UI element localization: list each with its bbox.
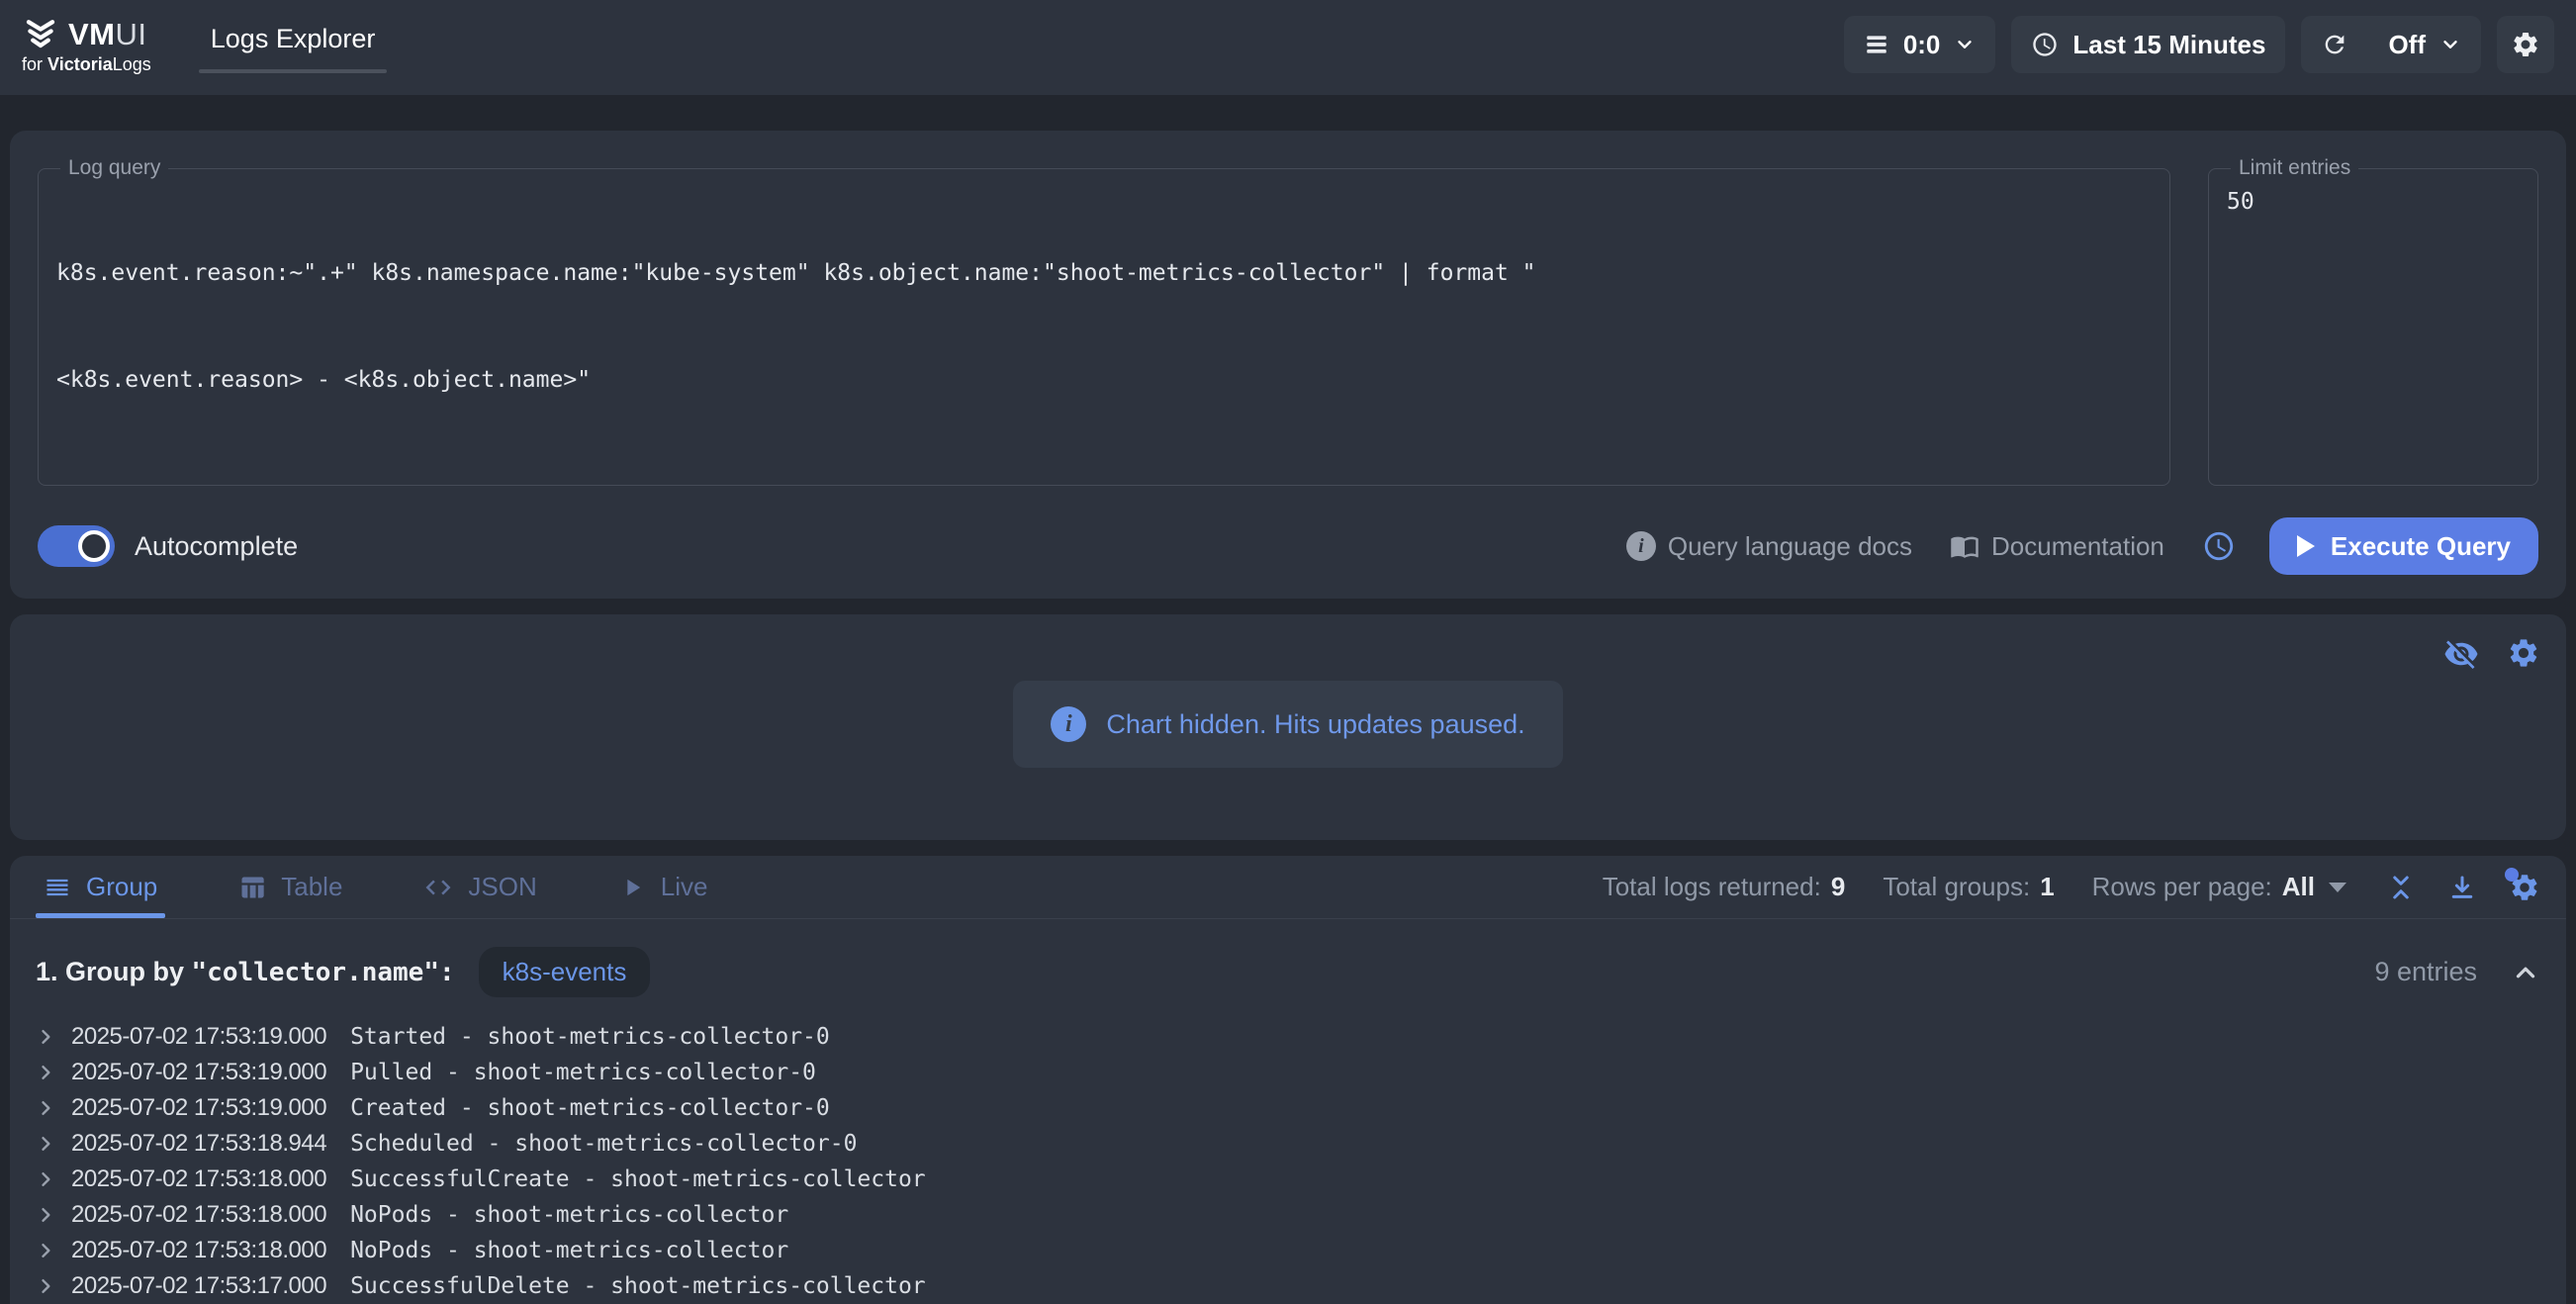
- log-message: Created - shoot-metrics-collector-0: [350, 1095, 830, 1121]
- entries-count: 9 entries: [2374, 957, 2477, 987]
- vmui-logo[interactable]: VMUI for VictoriaLogs: [22, 17, 151, 75]
- display-settings-icon[interactable]: [2509, 872, 2540, 903]
- gear-icon: [2511, 30, 2540, 59]
- log-row[interactable]: 2025-07-02 17:53:18.000 NoPods - shoot-m…: [36, 1233, 2540, 1268]
- chart-panel: i Chart hidden. Hits updates paused.: [10, 614, 2566, 840]
- log-timestamp: 2025-07-02 17:53:17.000: [71, 1272, 326, 1300]
- log-query-input[interactable]: k8s.event.reason:~".+" k8s.namespace.nam…: [56, 184, 2152, 469]
- chevron-down-icon: [2439, 34, 2461, 55]
- chevron-up-icon[interactable]: [2511, 958, 2540, 987]
- log-row[interactable]: 2025-07-02 17:53:18.000 SuccessfulCreate…: [36, 1162, 2540, 1197]
- clock-icon: [2031, 31, 2059, 58]
- log-query-label: Log query: [60, 156, 168, 180]
- total-groups-stat: Total groups: 1: [1883, 872, 2054, 902]
- group-title: 1. Group by "collector.name":: [36, 957, 455, 987]
- log-timestamp: 2025-07-02 17:53:19.000: [71, 1023, 326, 1051]
- info-icon: i: [1626, 531, 1656, 561]
- autocomplete-label: Autocomplete: [135, 531, 298, 562]
- autocomplete-toggle[interactable]: Autocomplete: [38, 525, 298, 567]
- code-icon: [423, 873, 453, 902]
- tab-group[interactable]: Group: [36, 856, 165, 918]
- auto-refresh-control[interactable]: Off: [2301, 16, 2481, 73]
- tenant-select-button[interactable]: 0:0: [1844, 16, 1996, 73]
- log-message: NoPods - shoot-metrics-collector: [350, 1202, 788, 1228]
- tab-live[interactable]: Live: [610, 856, 716, 918]
- toggle-switch[interactable]: [38, 525, 115, 567]
- app-header: VMUI for VictoriaLogs Logs Explorer 0:0 …: [0, 0, 2576, 95]
- tenant-value: 0:0: [1903, 30, 1941, 60]
- log-query-field[interactable]: Log query k8s.event.reason:~".+" k8s.nam…: [38, 156, 2170, 486]
- limit-entries-label: Limit entries: [2231, 156, 2358, 180]
- log-message: Started - shoot-metrics-collector-0: [350, 1024, 830, 1050]
- list-icon: [44, 874, 71, 901]
- log-timestamp: 2025-07-02 17:53:19.000: [71, 1094, 326, 1122]
- log-row[interactable]: 2025-07-02 17:53:19.000 Created - shoot-…: [36, 1090, 2540, 1126]
- log-row[interactable]: 2025-07-02 17:53:19.000 Started - shoot-…: [36, 1019, 2540, 1055]
- query-panel: Log query k8s.event.reason:~".+" k8s.nam…: [10, 131, 2566, 599]
- chevron-right-icon[interactable]: [36, 1098, 55, 1118]
- dropdown-arrow-icon: [2329, 883, 2346, 892]
- documentation-link[interactable]: Documentation: [1950, 531, 2164, 562]
- log-message: SuccessfulCreate - shoot-metrics-collect…: [350, 1166, 926, 1192]
- tab-json[interactable]: JSON: [415, 856, 544, 918]
- chevron-right-icon[interactable]: [36, 1134, 55, 1154]
- chevron-right-icon[interactable]: [36, 1027, 55, 1047]
- chart-hidden-message: i Chart hidden. Hits updates paused.: [1013, 681, 1562, 768]
- time-range-value: Last 15 Minutes: [2072, 30, 2265, 60]
- total-logs-stat: Total logs returned: 9: [1603, 872, 1846, 902]
- collapse-all-icon[interactable]: [2386, 873, 2416, 902]
- tenant-icon: [1864, 32, 1889, 57]
- results-panel: Group Table JSON Live: [10, 856, 2566, 1304]
- log-message: Scheduled - shoot-metrics-collector-0: [350, 1131, 857, 1157]
- log-timestamp: 2025-07-02 17:53:18.000: [71, 1237, 326, 1264]
- hide-chart-icon[interactable]: [2443, 636, 2479, 672]
- logo-tagline: for VictoriaLogs: [22, 54, 151, 75]
- settings-button[interactable]: [2497, 16, 2554, 73]
- log-message: SuccessfulDelete - shoot-metrics-collect…: [350, 1273, 926, 1299]
- log-row[interactable]: 2025-07-02 17:53:17.000 SuccessfulDelete…: [36, 1268, 2540, 1304]
- log-timestamp: 2025-07-02 17:53:18.944: [71, 1130, 326, 1158]
- group-value-badge[interactable]: k8s-events: [479, 947, 651, 997]
- download-icon[interactable]: [2447, 873, 2477, 902]
- log-row[interactable]: 2025-07-02 17:53:18.944 Scheduled - shoo…: [36, 1126, 2540, 1162]
- log-timestamp: 2025-07-02 17:53:18.000: [71, 1165, 326, 1193]
- chevron-right-icon[interactable]: [36, 1241, 55, 1260]
- chevron-right-icon[interactable]: [36, 1205, 55, 1225]
- group-header: 1. Group by "collector.name": k8s-events…: [10, 919, 2566, 1017]
- query-language-docs-link[interactable]: i Query language docs: [1626, 531, 1912, 562]
- refresh-icon[interactable]: [2321, 31, 2348, 58]
- execute-query-button[interactable]: Execute Query: [2269, 517, 2538, 575]
- log-timestamp: 2025-07-02 17:53:19.000: [71, 1059, 326, 1086]
- log-message: Pulled - shoot-metrics-collector-0: [350, 1060, 816, 1085]
- rows-per-page-select[interactable]: Rows per page: All: [2092, 872, 2346, 902]
- log-timestamp: 2025-07-02 17:53:18.000: [71, 1201, 326, 1229]
- chevron-right-icon[interactable]: [36, 1169, 55, 1189]
- chart-settings-icon[interactable]: [2507, 636, 2540, 672]
- book-icon: [1950, 531, 1979, 561]
- refresh-interval-value: Off: [2388, 30, 2426, 60]
- tab-logs-explorer[interactable]: Logs Explorer: [199, 0, 388, 77]
- chevron-down-icon: [1954, 34, 1976, 55]
- limit-entries-input[interactable]: 50: [2227, 184, 2520, 220]
- chevron-right-icon[interactable]: [36, 1276, 55, 1296]
- query-history-icon[interactable]: [2202, 529, 2236, 563]
- info-icon: i: [1051, 706, 1086, 742]
- tab-table[interactable]: Table: [230, 856, 350, 918]
- chevron-right-icon[interactable]: [36, 1063, 55, 1082]
- log-row[interactable]: 2025-07-02 17:53:19.000 Pulled - shoot-m…: [36, 1055, 2540, 1090]
- log-list: 2025-07-02 17:53:19.000 Started - shoot-…: [10, 1017, 2566, 1304]
- limit-entries-field[interactable]: Limit entries 50: [2208, 156, 2538, 486]
- log-message: NoPods - shoot-metrics-collector: [350, 1238, 788, 1263]
- play-icon: [2297, 535, 2315, 557]
- logo-wordmark: VMUI: [68, 17, 147, 52]
- log-row[interactable]: 2025-07-02 17:53:18.000 NoPods - shoot-m…: [36, 1197, 2540, 1233]
- play-icon: [618, 874, 646, 901]
- victoriametrics-logo-icon: [22, 18, 59, 51]
- time-range-button[interactable]: Last 15 Minutes: [2011, 16, 2285, 73]
- table-icon: [238, 874, 266, 901]
